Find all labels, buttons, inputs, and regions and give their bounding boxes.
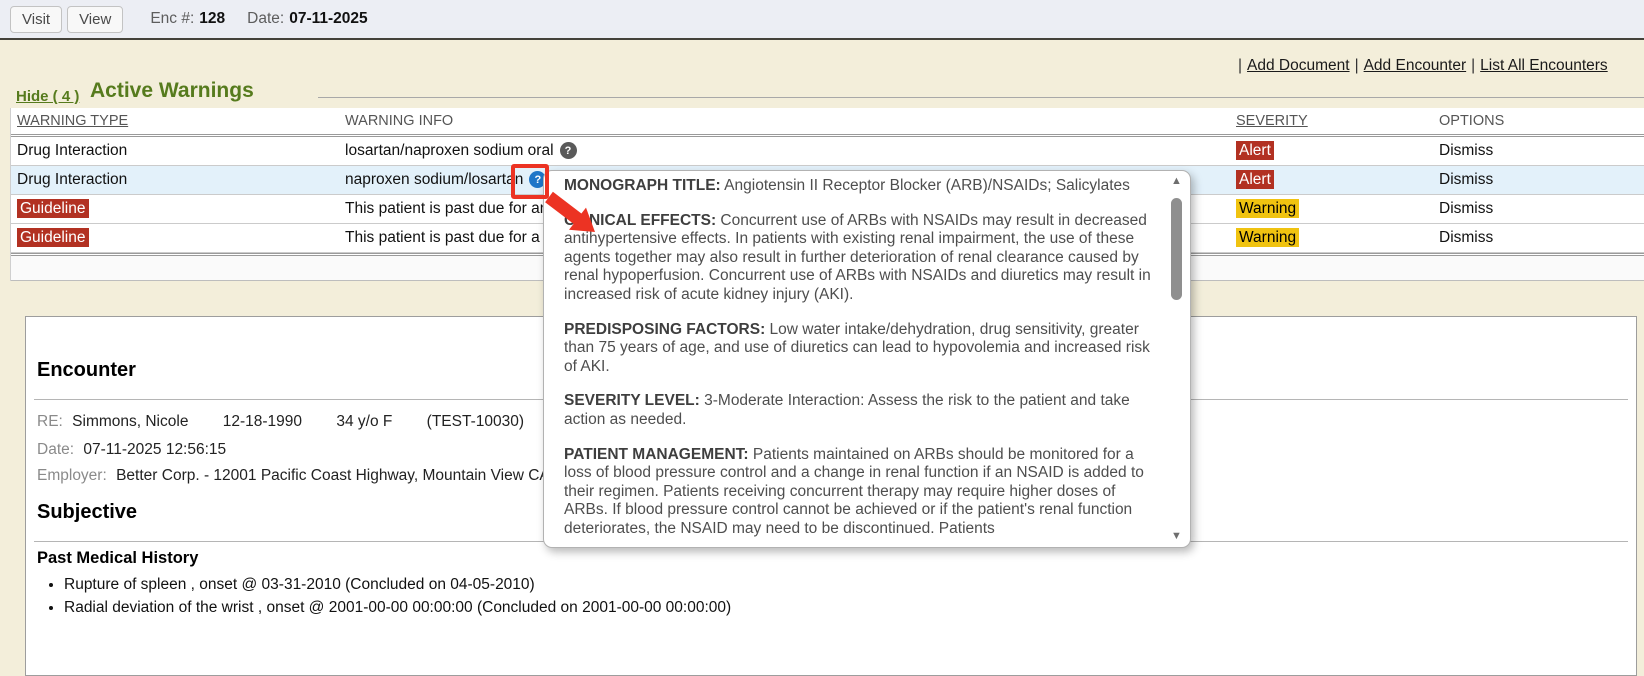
monograph-title-text: Angiotensin II Receptor Blocker (ARB)/NS… — [721, 177, 1130, 194]
scroll-up-arrow-icon[interactable]: ▲ — [1168, 176, 1185, 187]
severity-cell: Warning — [1230, 200, 1433, 218]
link-separator: | — [1471, 57, 1475, 74]
warning-info-text: losartan/naproxen sodium oral — [345, 142, 554, 159]
warnings-table-header: WARNING TYPE WARNING INFO SEVERITY OPTIO… — [11, 108, 1644, 134]
predisposing-factors-label: PREDISPOSING FACTORS: — [564, 321, 765, 338]
column-options: OPTIONS — [1433, 113, 1644, 129]
severity-level-paragraph: SEVERITY LEVEL: 3-Moderate Interaction: … — [564, 392, 1158, 429]
date-value: 07-11-2025 12:56:15 — [83, 441, 226, 458]
title-rule — [318, 97, 1644, 98]
table-row: Drug Interaction losartan/naproxen sodiu… — [11, 137, 1644, 166]
warning-type-cell: Guideline — [11, 229, 339, 247]
add-encounter-link[interactable]: Add Encounter — [1364, 57, 1467, 74]
view-button[interactable]: View — [67, 6, 123, 33]
patient-management-paragraph: PATIENT MANAGEMENT: Patients maintained … — [564, 446, 1158, 539]
warning-type-cell: Guideline — [11, 200, 339, 218]
patient-age-sex: 34 y/o F — [336, 413, 392, 430]
warning-info-text: This patient is past due for a l — [345, 229, 547, 246]
warning-info-cell: losartan/naproxen sodium oral? — [339, 142, 1230, 160]
employer-value: Better Corp. - 12001 Pacific Coast Highw… — [116, 467, 550, 484]
monograph-title-paragraph: MONOGRAPH TITLE: Angiotensin II Receptor… — [564, 177, 1158, 196]
severity-cell: Warning — [1230, 229, 1433, 247]
visit-button[interactable]: Visit — [10, 6, 62, 33]
severity-cell: Alert — [1230, 142, 1433, 160]
column-warning-info: WARNING INFO — [339, 113, 1230, 129]
re-label: RE: — [37, 413, 63, 430]
predisposing-factors-paragraph: PREDISPOSING FACTORS: Low water intake/d… — [564, 321, 1158, 377]
warning-info-text: This patient is past due for an — [345, 200, 548, 217]
severity-badge: Alert — [1236, 141, 1274, 160]
past-medical-history-heading: Past Medical History — [37, 549, 198, 568]
severity-badge: Warning — [1236, 228, 1299, 247]
patient-dob: 12-18-1990 — [223, 413, 302, 430]
severity-level-label: SEVERITY LEVEL: — [564, 392, 700, 409]
subjective-heading: Subjective — [37, 501, 137, 524]
active-warnings-title: Active Warnings — [90, 79, 254, 103]
encounter-date-line: Date: 07-11-2025 12:56:15 — [37, 441, 226, 459]
annotation-highlight-box — [511, 164, 549, 199]
dismiss-button[interactable]: Dismiss — [1433, 229, 1644, 247]
encounter-number-label: Enc #: — [150, 10, 194, 28]
encounter-number-value: 128 — [199, 10, 225, 28]
list-all-encounters-link[interactable]: List All Encounters — [1480, 57, 1608, 74]
date-label: Date: — [37, 441, 74, 458]
list-item: Radial deviation of the wrist , onset @ … — [64, 596, 731, 619]
scroll-down-arrow-icon[interactable]: ▼ — [1168, 531, 1185, 542]
guideline-badge: Guideline — [17, 199, 89, 218]
hide-warnings-link[interactable]: Hide ( 4 ) — [16, 88, 79, 105]
dismiss-button[interactable]: Dismiss — [1433, 200, 1644, 218]
encounter-date-label: Date: — [247, 10, 284, 28]
header-action-links: |Add Document|Add Encounter|List All Enc… — [1238, 57, 1613, 75]
link-separator: | — [1238, 57, 1242, 74]
severity-badge: Alert — [1236, 170, 1274, 189]
past-medical-history-list: Rupture of spleen , onset @ 03-31-2010 (… — [64, 573, 731, 619]
employer-label: Employer: — [37, 467, 107, 484]
severity-badge: Warning — [1236, 199, 1299, 218]
top-toolbar: Visit View Enc #: 128 Date: 07-11-2025 — [0, 0, 1644, 40]
encounter-date-value: 07-11-2025 — [289, 10, 367, 28]
patient-line: RE: Simmons, Nicole 12-18-1990 34 y/o F … — [37, 413, 524, 431]
clinical-effects-paragraph: CLINICAL EFFECTS: Concurrent use of ARBs… — [564, 212, 1158, 305]
guideline-badge: Guideline — [17, 228, 89, 247]
help-question-icon[interactable]: ? — [560, 142, 577, 159]
warning-info-text: naproxen sodium/losartan — [345, 171, 523, 188]
warning-type-cell: Drug Interaction — [11, 142, 339, 160]
employer-line: Employer: Better Corp. - 12001 Pacific C… — [37, 467, 550, 485]
patient-id: (TEST-10030) — [427, 413, 524, 430]
drug-monograph-popup: MONOGRAPH TITLE: Angiotensin II Receptor… — [543, 170, 1191, 548]
severity-cell: Alert — [1230, 171, 1433, 189]
add-document-link[interactable]: Add Document — [1247, 57, 1350, 74]
monograph-title-label: MONOGRAPH TITLE: — [564, 177, 721, 194]
popup-scrollbar[interactable]: ▲ ▼ — [1168, 176, 1185, 542]
column-warning-type[interactable]: WARNING TYPE — [11, 113, 339, 129]
link-separator: | — [1355, 57, 1359, 74]
patient-management-label: PATIENT MANAGEMENT: — [564, 446, 749, 463]
dismiss-button[interactable]: Dismiss — [1433, 171, 1644, 189]
dismiss-button[interactable]: Dismiss — [1433, 142, 1644, 160]
clinical-effects-label: CLINICAL EFFECTS: — [564, 212, 716, 229]
list-item: Rupture of spleen , onset @ 03-31-2010 (… — [64, 573, 731, 596]
column-severity[interactable]: SEVERITY — [1230, 113, 1433, 129]
encounter-heading: Encounter — [37, 359, 136, 382]
warning-type-cell: Drug Interaction — [11, 171, 339, 189]
scrollbar-thumb[interactable] — [1171, 198, 1182, 300]
patient-name: Simmons, Nicole — [72, 413, 188, 430]
